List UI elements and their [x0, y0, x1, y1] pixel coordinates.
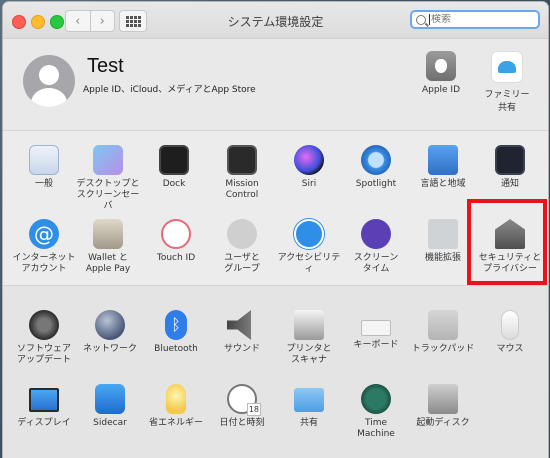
family-sharing-label-2: 共有 [497, 103, 516, 113]
speaker-icon [227, 310, 251, 340]
pref-sound[interactable]: サウンド [209, 310, 275, 355]
calendar-day: 18 [246, 403, 261, 416]
pref-spotlight[interactable]: Spotlight [343, 145, 409, 190]
user-name: Test [87, 55, 124, 77]
pref-software-update[interactable]: ソフトウェア アップデート [11, 310, 77, 366]
pref-displays[interactable]: ディスプレイ [11, 384, 77, 429]
pref-date-time[interactable]: 18 日付と時刻 [209, 384, 275, 429]
search-icon [416, 14, 426, 25]
desktop-icon [93, 145, 123, 175]
gear-icon [29, 310, 59, 340]
keyboard-icon [361, 320, 391, 336]
system-preferences-window: ‹ › システム環境設定 Test Apple ID、iCloud、メディアとA… [3, 2, 548, 458]
flag-icon [428, 145, 458, 175]
pref-accessibility[interactable]: アクセシビリティ [276, 219, 342, 275]
family-sharing-label: ファミリー [484, 90, 530, 100]
bluetooth-icon: ᛒ [165, 310, 187, 340]
account-section: Test Apple ID、iCloud、メディアとApp Store Appl… [3, 39, 548, 131]
pref-siri[interactable]: Siri [276, 145, 342, 190]
pref-sharing[interactable]: 共有 [276, 384, 342, 429]
family-sharing-icon [491, 51, 523, 83]
users-icon [227, 219, 257, 249]
pref-startup-disk[interactable]: 起動ディスク [410, 384, 476, 429]
pref-bluetooth[interactable]: ᛒ Bluetooth [143, 310, 209, 355]
disk-icon [428, 384, 458, 414]
mouse-icon [501, 310, 519, 340]
puzzle-icon [428, 219, 458, 249]
wallet-icon [93, 219, 123, 249]
search-input[interactable] [431, 14, 531, 25]
pref-general[interactable]: 一般 [11, 145, 77, 190]
notifications-icon [495, 145, 525, 175]
pref-desktop-screensaver[interactable]: デスクトップと スクリーンセーバ [75, 145, 141, 212]
apple-id-label: Apple ID [421, 85, 461, 95]
apple-logo-icon [426, 51, 456, 81]
lightbulb-icon [166, 384, 186, 414]
pref-energy-saver[interactable]: 省エネルギー [143, 384, 209, 429]
fingerprint-icon [161, 219, 191, 249]
pref-internet-accounts[interactable]: @ インターネット アカウント [11, 219, 77, 275]
siri-icon [294, 145, 324, 175]
apple-id-pref[interactable]: Apple ID [411, 51, 471, 95]
text-cursor [429, 14, 430, 25]
spotlight-icon [361, 145, 391, 175]
folder-icon [294, 388, 324, 412]
pref-dock[interactable]: Dock [141, 145, 207, 190]
pref-wallet-applepay[interactable]: Wallet と Apple Pay [75, 219, 141, 275]
general-icon [29, 145, 59, 175]
mission-control-icon [227, 145, 257, 175]
accessibility-icon [294, 219, 324, 249]
time-machine-icon [361, 384, 391, 414]
pref-mouse[interactable]: マウス [477, 310, 543, 355]
family-sharing-pref[interactable]: ファミリー 共有 [477, 51, 537, 113]
sidecar-icon [95, 384, 125, 414]
pref-keyboard[interactable]: キーボード [343, 310, 409, 351]
pref-printers-scanners[interactable]: プリンタと スキャナ [276, 310, 342, 366]
avatar[interactable] [23, 55, 75, 107]
title-bar: ‹ › システム環境設定 [3, 2, 548, 39]
user-subtitle: Apple ID、iCloud、メディアとApp Store [83, 85, 256, 95]
pref-language-region[interactable]: 言語と地域 [410, 145, 476, 190]
pref-mission-control[interactable]: Mission Control [209, 145, 275, 201]
pref-sidecar[interactable]: Sidecar [77, 384, 143, 429]
pref-trackpad[interactable]: トラックパッド [410, 310, 476, 355]
at-icon: @ [29, 219, 59, 249]
pref-network[interactable]: ネットワーク [77, 310, 143, 355]
pref-notifications[interactable]: 通知 [477, 145, 543, 190]
printer-icon [294, 310, 324, 340]
pref-touch-id[interactable]: Touch ID [143, 219, 209, 264]
pref-users-groups[interactable]: ユーザと グループ [209, 219, 275, 275]
pref-time-machine[interactable]: Time Machine [343, 384, 409, 440]
display-icon [29, 388, 59, 412]
dock-icon [159, 145, 189, 175]
search-field[interactable] [410, 10, 540, 29]
clock-icon: 18 [227, 384, 261, 416]
hourglass-icon [361, 219, 391, 249]
pref-screen-time[interactable]: スクリーン タイム [343, 219, 409, 275]
trackpad-icon [428, 310, 458, 340]
highlight-box [467, 199, 547, 285]
globe-icon [95, 310, 125, 340]
